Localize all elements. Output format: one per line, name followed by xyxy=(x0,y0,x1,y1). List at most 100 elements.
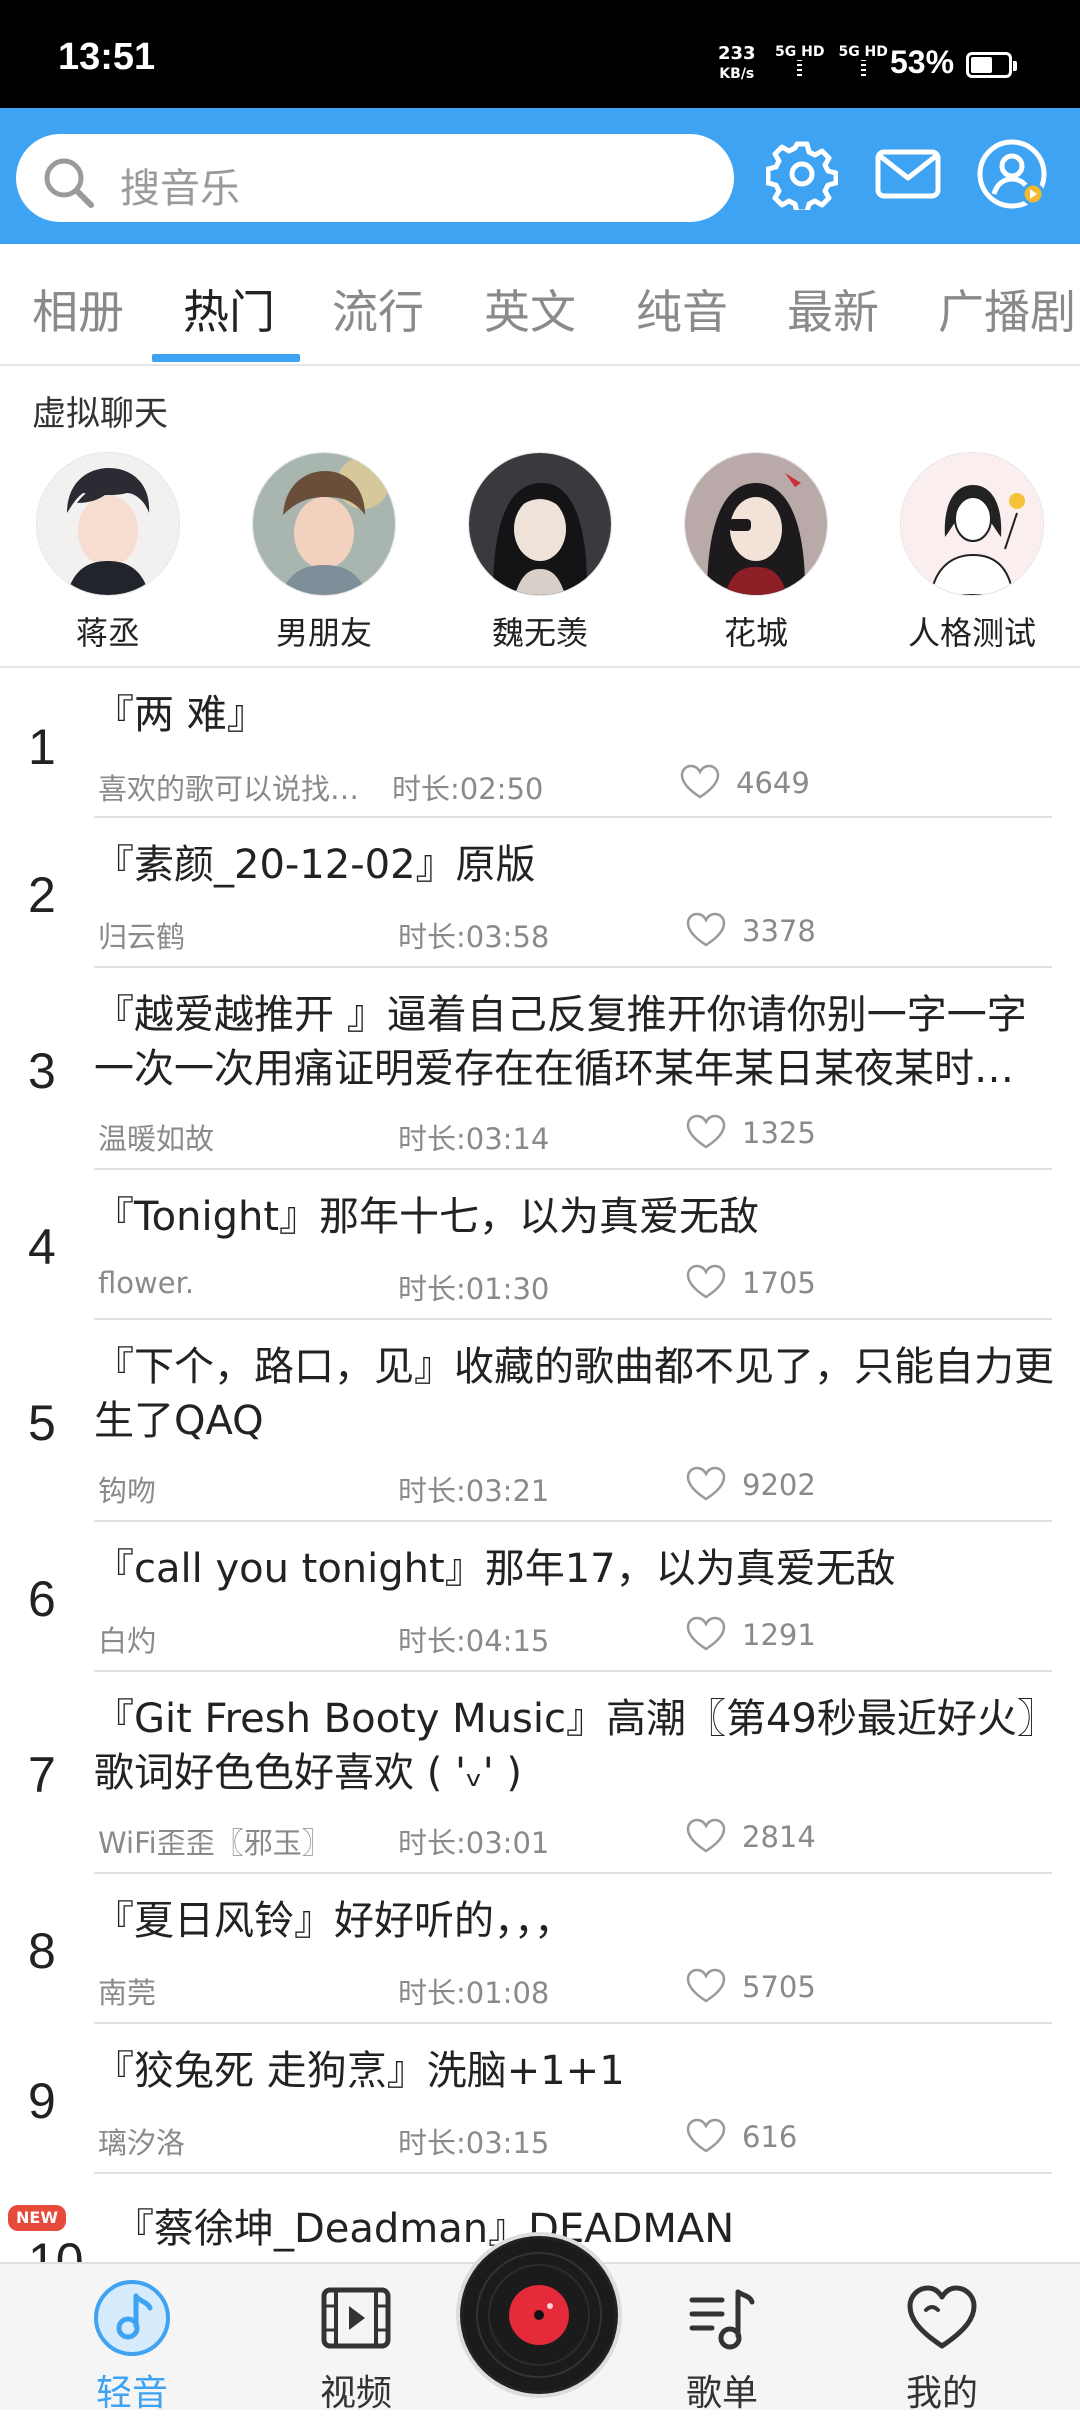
search-placeholder: 搜音乐 xyxy=(120,166,240,212)
song-title: 『两 难』 xyxy=(94,692,267,738)
song-duration: 时长:03:01 xyxy=(398,1826,550,1860)
song-duration: 时长:01:30 xyxy=(398,1272,550,1306)
sim2-signal-icon: 5G HD xyxy=(838,44,888,76)
profile-avatar-icon[interactable] xyxy=(976,138,1048,210)
new-badge: NEW xyxy=(8,2205,66,2231)
settings-gear-icon[interactable] xyxy=(766,138,838,210)
nav-label: 视频 xyxy=(319,2373,392,2414)
avatar-image xyxy=(36,452,180,596)
nav-label: 轻音 xyxy=(95,2373,168,2414)
heart-icon xyxy=(907,2285,977,2349)
song-like-count: 1705 xyxy=(742,1266,816,1300)
song-duration: 时长:03:15 xyxy=(398,2126,550,2160)
like-heart-icon[interactable] xyxy=(686,1466,726,1502)
song-author: 南莞 xyxy=(98,1976,157,2010)
row-separator xyxy=(94,1872,1052,1874)
nav-video[interactable]: 视频 xyxy=(286,2264,426,2416)
avatar-image xyxy=(684,452,828,596)
like-heart-icon[interactable] xyxy=(686,912,726,948)
avatar-weiwuxian[interactable]: 魏无羡 xyxy=(440,452,640,654)
search-input[interactable]: 搜音乐 xyxy=(16,134,734,222)
search-icon xyxy=(44,158,94,208)
song-rank: 1 xyxy=(28,719,56,775)
nav-label: 我的 xyxy=(905,2373,978,2414)
app-header: 搜音乐 xyxy=(0,108,1080,244)
network-speed: 233 KB/s xyxy=(718,44,756,84)
song-title-line2: 一次一次用痛证明爱存在在循环某年某日某夜某时… xyxy=(94,1046,1014,1092)
song-title: 『下个，路口，见』收藏的歌曲都不见了，只能自力更 xyxy=(94,1344,1054,1390)
song-rank: 9 xyxy=(28,2073,56,2129)
song-like-count: 1291 xyxy=(742,1618,816,1652)
battery-percent: 53% xyxy=(890,44,955,80)
song-rank: 5 xyxy=(28,1395,56,1451)
song-author: flower. xyxy=(98,1266,195,1300)
avatar-personality-test[interactable]: 人格测试 xyxy=(872,452,1072,654)
tab-radio-drama[interactable]: 广播剧 xyxy=(938,276,1076,342)
tab-popular[interactable]: 流行 xyxy=(332,276,424,342)
like-heart-icon[interactable] xyxy=(686,1616,726,1652)
song-duration: 时长:01:08 xyxy=(398,1976,550,2010)
song-rank: 7 xyxy=(28,1747,56,1803)
song-author: 喜欢的歌可以说找… xyxy=(98,772,360,806)
nav-light-music[interactable]: 轻音 xyxy=(62,2264,202,2416)
song-title: 『狡兔死 走狗烹』洗脑+1+1 xyxy=(94,2048,625,2094)
like-heart-icon[interactable] xyxy=(686,2118,726,2154)
network-speed-unit: KB/s xyxy=(719,66,755,82)
song-duration: 时长:02:50 xyxy=(392,772,544,806)
playlist-icon xyxy=(689,2289,755,2350)
song-like-count: 616 xyxy=(742,2120,798,2154)
avatar-boyfriend[interactable]: 男朋友 xyxy=(224,452,424,654)
avatar-label: 人格测试 xyxy=(907,614,1036,652)
tab-newest[interactable]: 最新 xyxy=(787,276,879,342)
song-author: 归云鹤 xyxy=(98,920,186,954)
avatar-jiangcheng[interactable]: 蒋丞 xyxy=(8,452,208,654)
row-separator xyxy=(94,966,1052,968)
tab-english[interactable]: 英文 xyxy=(484,276,576,342)
song-author: 钩吻 xyxy=(98,1474,157,1508)
row-separator xyxy=(94,2022,1052,2024)
music-note-icon xyxy=(94,2280,170,2356)
song-title-line2: 歌词好色色好喜欢 ( 'ᵥ' ) xyxy=(94,1750,523,1796)
video-film-icon xyxy=(321,2287,391,2349)
song-author: WiFi歪歪〖邪玉〗 xyxy=(98,1826,331,1860)
song-duration: 时长:04:15 xyxy=(398,1624,550,1658)
song-title: 『Git Fresh Booty Music』高潮〖第49秒最近好火〗 xyxy=(94,1696,1057,1742)
row-separator xyxy=(94,1670,1052,1672)
signal-indicators: 5G HD 5G HD xyxy=(775,44,888,76)
sim1-label: 5G HD xyxy=(775,44,825,60)
mail-icon[interactable] xyxy=(872,138,944,210)
song-title: 『夏日风铃』好好听的，，， xyxy=(94,1898,574,1944)
song-rank: 6 xyxy=(28,1571,56,1627)
avatar-image xyxy=(252,452,396,596)
nav-mine[interactable]: 我的 xyxy=(872,2264,1012,2416)
section-divider xyxy=(0,666,1080,668)
avatar-image xyxy=(468,452,612,596)
status-bar: 13:51 233 KB/s 5G HD 5G HD 53% xyxy=(0,0,1080,108)
row-separator xyxy=(94,1520,1052,1522)
like-heart-icon[interactable] xyxy=(686,1818,726,1854)
song-author: 温暖如故 xyxy=(98,1122,215,1156)
row-separator xyxy=(94,1168,1052,1170)
network-speed-value: 233 xyxy=(718,43,756,64)
song-rank: 10 xyxy=(28,2233,84,2262)
song-duration: 时长:03:14 xyxy=(398,1122,550,1156)
song-rank: 8 xyxy=(28,1923,56,1979)
like-heart-icon[interactable] xyxy=(686,1114,726,1150)
now-playing-disc[interactable] xyxy=(460,2236,618,2394)
tab-hot[interactable]: 热门 xyxy=(183,276,275,342)
tab-pure-music[interactable]: 纯音 xyxy=(636,276,728,342)
tab-album[interactable]: 相册 xyxy=(32,276,124,342)
song-rank: 2 xyxy=(28,867,56,923)
song-title-line2: 生了QAQ xyxy=(94,1398,264,1444)
like-heart-icon[interactable] xyxy=(686,1264,726,1300)
nav-playlist[interactable]: 歌单 xyxy=(652,2264,792,2416)
avatar-huacheng[interactable]: 花城 xyxy=(656,452,856,654)
status-time: 13:51 xyxy=(58,36,156,78)
virtual-chat-title: 虚拟聊天 xyxy=(32,394,168,434)
vinyl-record-icon xyxy=(463,2239,615,2391)
avatar-label: 魏无羡 xyxy=(491,614,588,652)
avatar-image xyxy=(900,452,1044,596)
like-heart-icon[interactable] xyxy=(686,1968,726,2004)
battery-icon xyxy=(966,52,1017,78)
like-heart-icon[interactable] xyxy=(680,764,720,800)
